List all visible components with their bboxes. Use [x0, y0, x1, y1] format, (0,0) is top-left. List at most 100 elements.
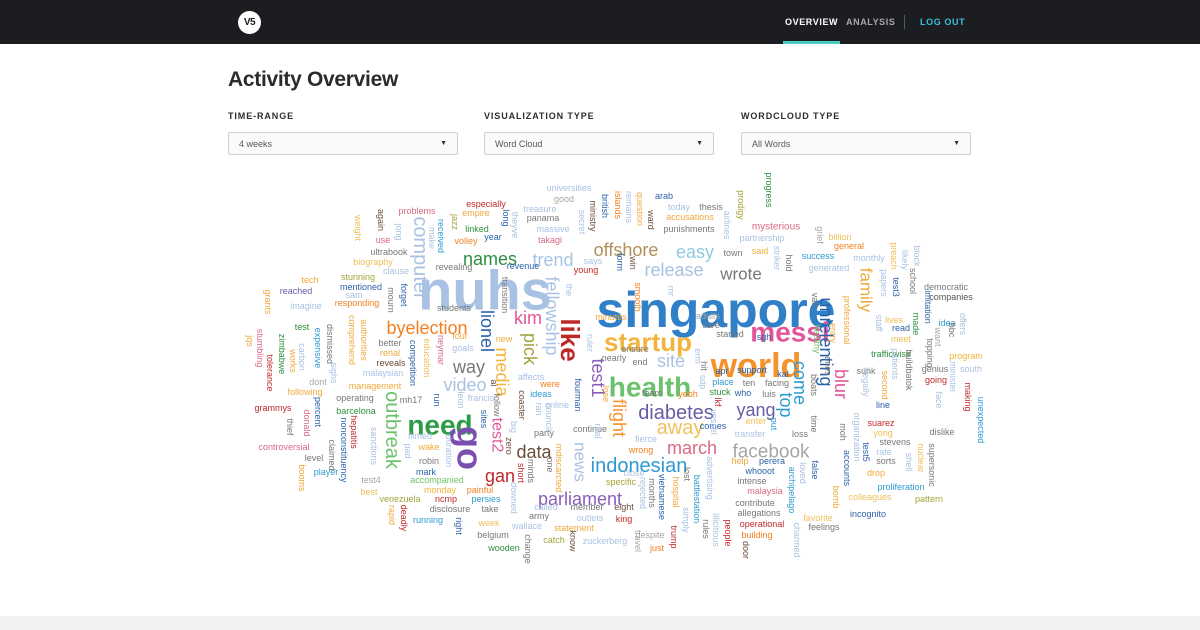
word-controversial[interactable]: controversial [258, 442, 309, 452]
word-jong[interactable]: jong [394, 222, 404, 240]
word-week[interactable]: week [477, 518, 500, 528]
word-claimed[interactable]: claimed [327, 439, 337, 470]
word-illegally[interactable]: illegally [861, 367, 871, 397]
word-universities[interactable]: universities [546, 183, 592, 193]
word-media[interactable]: media [492, 347, 512, 397]
word-vessel[interactable]: vessel [709, 409, 719, 435]
word-take[interactable]: take [481, 504, 498, 514]
word-place[interactable]: place [712, 377, 734, 387]
word-rejected[interactable]: rejected [638, 477, 648, 509]
word-pattern[interactable]: pattern [915, 494, 943, 504]
word-stuck[interactable]: stuck [709, 387, 731, 397]
word-stumbling[interactable]: stumbling [255, 329, 265, 368]
word-win[interactable]: win [628, 255, 638, 270]
word-ncmp[interactable]: ncmp [435, 494, 457, 504]
word-four[interactable]: four [452, 331, 468, 341]
word-member[interactable]: member [570, 502, 603, 512]
word-change[interactable]: change [523, 534, 533, 564]
word-loss[interactable]: loss [792, 429, 809, 439]
word-lives[interactable]: lives [885, 315, 904, 325]
word-problems[interactable]: problems [398, 206, 436, 216]
word-test2[interactable]: test2 [489, 418, 506, 453]
word-works[interactable]: works [288, 348, 298, 373]
word-patients[interactable]: patients [890, 348, 900, 380]
word-smooth[interactable]: smooth [633, 282, 643, 312]
word-british[interactable]: british [600, 194, 610, 218]
word-apr[interactable]: apr [715, 366, 728, 376]
word-empire[interactable]: empire [462, 208, 490, 218]
word-suarez[interactable]: suarez [867, 418, 895, 428]
word-kal[interactable]: kal [777, 369, 789, 379]
word-following[interactable]: following [287, 387, 322, 397]
word-ideas[interactable]: ideas [530, 389, 552, 399]
word-grammys[interactable]: grammys [254, 403, 292, 413]
word-wrote[interactable]: wrote [719, 265, 762, 284]
word-mh17[interactable]: mh17 [400, 395, 423, 405]
word-incognito[interactable]: incognito [850, 509, 886, 519]
word-grief[interactable]: grief [815, 226, 825, 244]
word-king[interactable]: king [616, 514, 633, 524]
word-people[interactable]: people [723, 519, 733, 546]
word-sighs[interactable]: sighs [329, 362, 339, 384]
word-put[interactable]: put [769, 418, 779, 431]
word-sdp[interactable]: sdp [698, 375, 708, 390]
word-said[interactable]: said [752, 246, 769, 256]
word-battlestation[interactable]: battlestation [692, 475, 702, 524]
word-dismissed[interactable]: dismissed [325, 324, 335, 364]
word-operational[interactable]: operational [740, 519, 785, 529]
word-end[interactable]: end [632, 357, 647, 367]
word-want[interactable]: want [933, 326, 943, 347]
word-run[interactable]: run [432, 393, 442, 406]
word-preach[interactable]: preach [889, 242, 899, 270]
word-jqs[interactable]: jqs [245, 334, 255, 347]
word-good[interactable]: good [554, 194, 574, 204]
word-robin[interactable]: robin [419, 456, 439, 466]
word-test4[interactable]: test4 [361, 475, 381, 485]
word-organization[interactable]: organization [852, 412, 862, 461]
word-ones[interactable]: ones [823, 356, 833, 376]
word-enter[interactable]: enter [746, 416, 767, 426]
word-comprehend[interactable]: comprehend [347, 315, 357, 365]
word-takagi[interactable]: takagi [538, 235, 562, 245]
word-coaster[interactable]: coaster [517, 390, 527, 420]
word-easy[interactable]: easy [676, 242, 714, 262]
word-goals[interactable]: goals [452, 343, 474, 353]
word-minutes[interactable]: minutes [595, 312, 627, 322]
word-mysterious[interactable]: mysterious [752, 222, 800, 233]
word-panama[interactable]: panama [527, 213, 560, 223]
word-renal[interactable]: renal [380, 348, 400, 358]
word-reached[interactable]: reached [280, 286, 313, 296]
word-persies[interactable]: persies [471, 494, 501, 504]
word-massive[interactable]: massive [536, 224, 569, 234]
word-wooden[interactable]: wooden [487, 543, 520, 553]
word-adults[interactable]: adults [696, 311, 721, 321]
word-theyve[interactable]: theyve [510, 212, 520, 239]
word-management[interactable]: management [349, 381, 402, 391]
word-march[interactable]: march [667, 438, 717, 458]
word-the[interactable]: the [564, 284, 574, 297]
word-imitation[interactable]: imitation [923, 290, 933, 324]
word-trump[interactable]: trump [669, 525, 679, 548]
word-luis[interactable]: luis [762, 389, 776, 399]
word-outlets[interactable]: outlets [577, 513, 604, 523]
word-forget[interactable]: forget [399, 283, 409, 307]
word-short[interactable]: short [516, 463, 526, 484]
word-downed[interactable]: downed [509, 482, 519, 514]
word-transition[interactable]: transition [500, 277, 510, 314]
word-support[interactable]: support [737, 365, 768, 375]
word-catch[interactable]: catch [543, 535, 565, 545]
word-year[interactable]: year [484, 232, 502, 242]
word-level[interactable]: level [305, 453, 324, 463]
word-belgium[interactable]: belgium [477, 530, 509, 540]
word-papers[interactable]: papers [879, 269, 889, 297]
word-colleagues[interactable]: colleagues [848, 492, 892, 502]
word-just[interactable]: just [649, 543, 665, 553]
word-favorite[interactable]: favorite [803, 513, 833, 523]
word-test[interactable]: test [295, 322, 310, 332]
word-school[interactable]: school [908, 268, 918, 294]
word-false[interactable]: false [810, 460, 820, 479]
word-duration[interactable]: duration [444, 435, 454, 468]
word-facing[interactable]: facing [765, 378, 789, 388]
word-started[interactable]: started [716, 329, 744, 339]
word-wrong[interactable]: wrong [628, 445, 654, 455]
